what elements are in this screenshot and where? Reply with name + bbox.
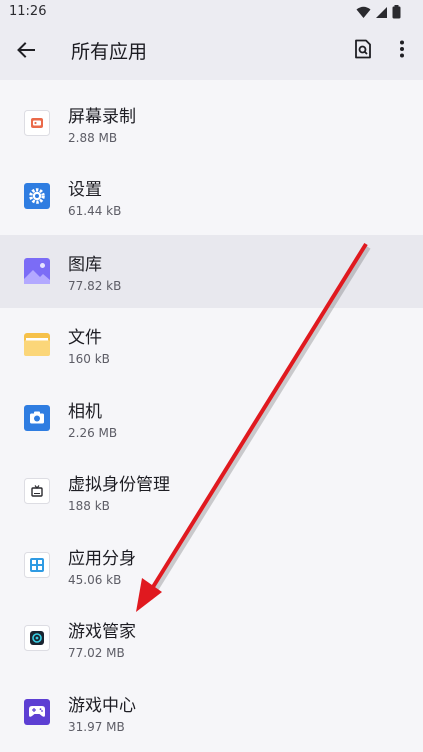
search-icon [355,39,371,59]
app-row-gallery[interactable]: 图库 77.82 kB [0,235,423,309]
app-size: 31.97 MB [68,720,125,734]
app-row-camera[interactable]: 相机 2.26 MB [0,382,423,455]
app-size: 61.44 kB [68,204,122,219]
gallery-icon [24,258,50,284]
battery-icon [392,5,401,19]
game-manager-icon [24,625,50,651]
app-name: 设置 [68,180,102,201]
app-name: 屏幕录制 [68,107,136,127]
status-bar: 11:26 [0,0,423,24]
app-name: 文件 [68,328,102,348]
app-row-screen-record[interactable]: 屏幕录制 2.88 MB [0,87,423,160]
status-time: 11:26 [9,4,47,19]
app-row-game-manager[interactable]: 游戏管家 77.02 MB [0,602,423,675]
settings-icon [24,183,50,210]
files-icon [24,331,50,357]
app-name: 图库 [68,255,102,275]
app-row-game-center[interactable]: 游戏中心 31.97 MB [0,676,423,749]
app-row-files[interactable]: 文件 160 kB [0,308,423,381]
camera-icon [24,405,50,431]
app-name: 游戏中心 [68,696,136,716]
app-name: 应用分身 [68,549,136,569]
virtual-identity-icon [24,478,50,504]
back-button[interactable] [11,35,41,65]
screen-record-icon [24,110,50,136]
app-size: 160 kB [68,352,110,366]
back-arrow-icon [17,42,35,58]
app-size: 188 kB [68,499,110,513]
app-list: 屏幕录制 2.88 MB 设置 61.44 kB 图库 77.82 kB 文件 … [0,80,423,752]
app-name: 相机 [68,402,102,422]
page-title: 所有应用 [71,41,148,63]
app-size: 45.06 kB [68,573,122,587]
app-clone-icon [24,552,50,578]
app-name: 虚拟身份管理 [68,475,170,495]
search-button[interactable] [349,35,377,63]
status-icons [356,5,401,19]
app-row-app-clone[interactable]: 应用分身 45.06 kB [0,529,423,602]
app-bar: 所有应用 [0,24,423,74]
app-name: 游戏管家 [68,622,136,642]
game-center-icon [24,699,50,725]
app-size: 77.02 MB [68,646,125,660]
app-row-settings[interactable]: 设置 61.44 kB [0,160,423,233]
wifi-icon [356,6,371,18]
app-size: 2.88 MB [68,131,118,145]
app-size: 77.82 kB [68,279,122,293]
signal-icon [376,6,387,18]
more-vert-icon [400,40,404,58]
more-options-button[interactable] [390,35,414,63]
app-size: 2.26 MB [68,426,118,440]
app-row-virtual-identity[interactable]: 虚拟身份管理 188 kB [0,455,423,528]
